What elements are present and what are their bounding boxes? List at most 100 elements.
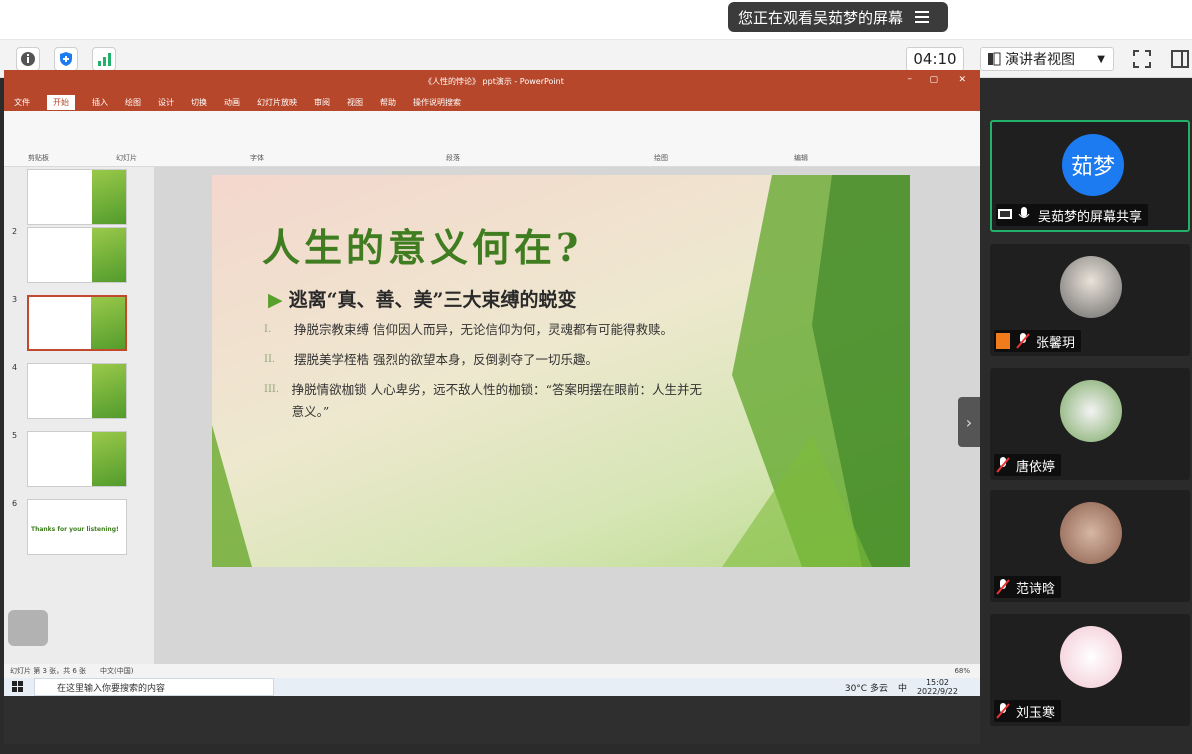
participant-name: 刘玉寒 (1016, 705, 1056, 721)
ribbon-group-drawing: 绘图 (654, 154, 668, 162)
list-item: II. 摆脱美学桎梏 强烈的欲望本身，反倒剥夺了一切乐趣。 (264, 349, 704, 371)
slide-thumbnail[interactable] (27, 169, 127, 225)
participant-name: 吴茹梦的屏幕共享 (1038, 209, 1143, 225)
bullet-text: 挣脱情欲枷锁 人心卑劣，远不敌人性的枷锁：“答案明摆在眼前：人生并无意义。” (291, 382, 702, 419)
triangle-bullet-icon: ▶ (268, 289, 283, 311)
taskbar-clock[interactable]: 15:02 2022/9/22 (917, 678, 958, 696)
menu-view[interactable]: 视图 (347, 97, 363, 108)
participant-tile[interactable]: 唐依婷 (990, 368, 1190, 480)
slide-subtitle-text: 逃离“真、善、美”三大束缚的蜕变 (288, 289, 577, 311)
share-banner[interactable]: 您正在观看吴茹梦的屏幕 (728, 2, 948, 32)
participant-name: 唐依婷 (1016, 459, 1056, 475)
ribbon-group-clipboard: 剪贴板 (28, 154, 49, 162)
menu-slideshow[interactable]: 幻灯片放映 (257, 97, 297, 108)
mic-icon (1018, 207, 1032, 223)
participant-tile[interactable]: 范诗晗 (990, 490, 1190, 602)
chevron-right-icon: › (965, 412, 973, 432)
ppt-window-title: 《人性的悖论》 ppt演示 - PowerPoint (424, 77, 564, 86)
clock-time: 15:02 (925, 678, 950, 687)
layout-icon (988, 52, 1001, 66)
collapse-panel-tab[interactable]: › (958, 397, 980, 447)
powerpoint-window: 《人性的悖论》 ppt演示 - PowerPoint ✕ ▢ – 文件 开始 插… (4, 70, 980, 696)
chevron-down-icon: ▼ (1097, 53, 1105, 65)
participant-label: 范诗晗 (994, 576, 1062, 598)
thumb-number: 4 (12, 363, 18, 372)
participant-label: 刘玉寒 (994, 700, 1062, 722)
participant-name: 张馨玥 (1036, 335, 1076, 351)
ppt-ribbon: 剪贴板 幻灯片 字体 段落 绘图 编辑 (4, 111, 980, 167)
bullet-number: II. (264, 354, 276, 365)
thumb-number: 2 (12, 227, 18, 236)
share-banner-text: 您正在观看吴茹梦的屏幕 (738, 8, 904, 27)
sidebar-toggle-icon[interactable] (1168, 47, 1192, 71)
view-mode-select[interactable]: 演讲者视图 ▼ (980, 47, 1114, 71)
mic-muted-icon (1016, 333, 1030, 349)
mic-muted-icon (996, 457, 1010, 473)
windows-taskbar: 在这里输入你要搜索的内容 30°C 多云 中 15:02 2022/9/22 (4, 678, 980, 696)
menu-search[interactable]: 操作说明搜索 (413, 97, 461, 108)
mic-muted-icon (996, 703, 1010, 719)
ribbon-group-editing: 编辑 (794, 154, 808, 162)
bullet-text: 摆脱美学桎梏 强烈的欲望本身，反倒剥夺了一切乐趣。 (294, 352, 598, 367)
top-band: 您正在观看吴茹梦的屏幕 (0, 0, 1192, 40)
meeting-timer: 04:10 (906, 47, 964, 71)
menu-insert[interactable]: 插入 (92, 97, 108, 108)
signal-icon[interactable] (92, 47, 116, 71)
participant-tile[interactable]: 茹梦 吴茹梦的屏幕共享 (990, 120, 1190, 232)
shield-icon[interactable] (54, 47, 78, 71)
ime-indicator[interactable]: 中 (898, 681, 907, 694)
avatar (1060, 502, 1122, 564)
info-icon[interactable] (16, 47, 40, 71)
menu-animations[interactable]: 动画 (224, 97, 240, 108)
slide-thumbnail[interactable]: Thanks for your listening! (27, 499, 127, 555)
slide-editing-area: 人生的意义何在? ▶ 逃离“真、善、美”三大束缚的蜕变 I. 挣脱宗教束缚 信仰因人… (154, 167, 980, 664)
language-indicator: 中文(中国) (100, 667, 134, 675)
menu-icon[interactable] (915, 8, 930, 26)
list-item: III. 挣脱情欲枷锁 人心卑劣，远不敌人性的枷锁：“答案明摆在眼前：人生并无意义… (264, 379, 704, 423)
slide-title: 人生的意义何在? (262, 225, 583, 270)
avatar (1060, 626, 1122, 688)
participant-label: 张馨玥 (994, 330, 1082, 352)
menu-transitions[interactable]: 切换 (191, 97, 207, 108)
thumb-number: 6 (12, 499, 18, 508)
participant-label: 唐依婷 (994, 454, 1062, 476)
participants-panel: 茹梦 吴茹梦的屏幕共享 张馨玥 唐依婷 范诗晗 刘玉寒 (980, 78, 1192, 754)
ppt-status-bar: 幻灯片 第 3 张，共 6 张 中文(中国) 68% (4, 664, 980, 678)
ppt-menu-bar: 文件 开始 插入 绘图 设计 切换 动画 幻灯片放映 审阅 视图 帮助 操作说明… (4, 94, 980, 111)
menu-design[interactable]: 设计 (158, 97, 174, 108)
current-slide[interactable]: 人生的意义何在? ▶ 逃离“真、善、美”三大束缚的蜕变 I. 挣脱宗教束缚 信仰因人… (212, 175, 910, 567)
ribbon-group-slides: 幻灯片 (116, 154, 137, 162)
windows-start-icon[interactable] (12, 681, 24, 696)
avatar (1060, 380, 1122, 442)
slide-thumbnail-pane: 2 3 4 5 6 Thanks for your listening! (4, 167, 154, 664)
taskbar-search-input[interactable]: 在这里输入你要搜索的内容 (34, 678, 274, 696)
slide-thumbnail-selected[interactable] (27, 295, 127, 351)
participant-tile[interactable]: 张馨玥 (990, 244, 1190, 356)
zoom-level[interactable]: 68% (954, 667, 970, 675)
menu-file[interactable]: 文件 (14, 97, 30, 108)
participant-tile[interactable]: 刘玉寒 (990, 614, 1190, 726)
ppt-titlebar: 《人性的悖论》 ppt演示 - PowerPoint ✕ ▢ – (4, 70, 980, 94)
fullscreen-icon[interactable] (1130, 47, 1154, 71)
view-mode-label: 演讲者视图 (1005, 52, 1075, 68)
slide-subtitle: ▶ 逃离“真、善、美”三大束缚的蜕变 (268, 285, 576, 312)
minimize-icon[interactable]: – (908, 74, 913, 84)
slide-thumbnail[interactable] (27, 363, 127, 419)
thumb-number: 3 (12, 295, 18, 304)
close-icon[interactable]: ✕ (958, 75, 966, 85)
ribbon-group-font: 字体 (250, 154, 264, 162)
slide-thumbnail[interactable] (27, 431, 127, 487)
floating-menu-button[interactable] (8, 610, 48, 646)
list-item: I. 挣脱宗教束缚 信仰因人而异，无论信仰为何，灵魂都有可能得救赎。 (264, 319, 704, 341)
menu-draw[interactable]: 绘图 (125, 97, 141, 108)
menu-home[interactable]: 开始 (47, 95, 75, 110)
maximize-icon[interactable]: ▢ (929, 75, 938, 85)
taskbar-search-placeholder: 在这里输入你要搜索的内容 (57, 683, 166, 694)
ribbon-group-paragraph: 段落 (446, 154, 460, 162)
slide-counter: 幻灯片 第 3 张，共 6 张 (10, 667, 87, 675)
menu-help[interactable]: 帮助 (380, 97, 396, 108)
clock-date: 2022/9/22 (916, 687, 958, 696)
thumb-number: 5 (12, 431, 18, 440)
slide-thumbnail[interactable] (27, 227, 127, 283)
menu-review[interactable]: 审阅 (314, 97, 330, 108)
